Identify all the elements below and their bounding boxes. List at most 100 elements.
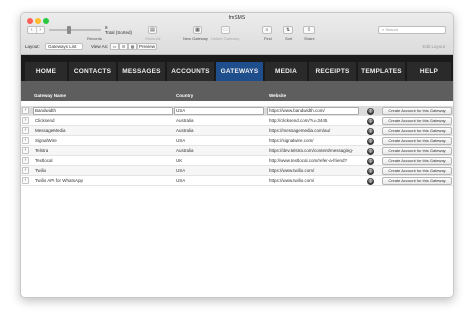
gateways-table: Gateway Name Country Website › Bandwidth… bbox=[21, 81, 453, 297]
view-as-form-button[interactable]: ▭ bbox=[110, 43, 119, 50]
table-row[interactable]: › Textlocal UK http://www.textlocal.com/… bbox=[21, 156, 453, 166]
create-account-button[interactable]: Create Account for this Gateway bbox=[382, 117, 452, 125]
chevron-right-icon[interactable]: › bbox=[22, 107, 29, 114]
tab-label: ACCOUNTS bbox=[171, 68, 210, 75]
tab-label: HELP bbox=[419, 68, 439, 75]
create-account-button[interactable]: Create Account for this Gateway bbox=[382, 157, 452, 165]
gateway-name[interactable]: Telstra bbox=[35, 148, 48, 153]
share-icon[interactable]: ⇪ bbox=[303, 26, 315, 34]
previous-record-button[interactable]: ‹ bbox=[28, 27, 37, 33]
layout-label: Layout: bbox=[25, 44, 40, 49]
country[interactable]: USA bbox=[176, 178, 185, 183]
sort-icon[interactable]: ⇅ bbox=[283, 26, 293, 34]
globe-icon[interactable]: ◍ bbox=[367, 107, 374, 115]
gateway-name[interactable]: Twilio API for WhatsApp bbox=[35, 178, 83, 183]
gateway-name[interactable]: Clicksend bbox=[35, 118, 55, 123]
globe-icon[interactable]: ◍ bbox=[367, 177, 374, 185]
chevron-right-icon[interactable]: › bbox=[22, 137, 29, 144]
table-row[interactable]: › MessageMedia Australia https://message… bbox=[21, 126, 453, 136]
search-input[interactable]: ⌕ Search bbox=[378, 26, 446, 34]
tab-templates[interactable]: TEMPLATES bbox=[358, 62, 405, 81]
tab-receipts[interactable]: RECEIPTS bbox=[309, 62, 356, 81]
website[interactable]: https://messagemedia.com/au/ bbox=[269, 128, 357, 133]
gateway-name[interactable]: Bandwidth bbox=[35, 108, 56, 113]
record-slider-knob[interactable] bbox=[67, 26, 71, 34]
table-row[interactable]: › Bandwidth USA https://www.bandwidth.co… bbox=[21, 106, 453, 116]
table-row[interactable]: › Twilio API for WhatsApp USA https://ww… bbox=[21, 176, 453, 186]
globe-icon[interactable]: ◍ bbox=[367, 167, 374, 175]
website[interactable]: https://www.twilio.com/ bbox=[269, 168, 357, 173]
chevron-right-icon[interactable]: › bbox=[22, 177, 29, 184]
column-header-website[interactable]: Website bbox=[269, 93, 286, 98]
country[interactable]: USA bbox=[176, 168, 185, 173]
table-row[interactable]: › Clicksend Australia http://clicksend.c… bbox=[21, 116, 453, 126]
create-account-button[interactable]: Create Account for this Gateway bbox=[382, 127, 452, 135]
find-icon[interactable]: ⌕ bbox=[262, 26, 272, 34]
column-header-country[interactable]: Country bbox=[176, 93, 193, 98]
gateway-name[interactable]: MessageMedia bbox=[35, 128, 66, 133]
tab-messages[interactable]: MESSAGES bbox=[118, 62, 165, 81]
tab-home[interactable]: HOME bbox=[25, 62, 67, 81]
country[interactable]: Australia bbox=[176, 118, 194, 123]
edit-layout-button[interactable]: Edit Layout bbox=[422, 44, 445, 49]
record-count: 8 Total (Sorted) bbox=[105, 25, 132, 35]
globe-icon[interactable]: ◍ bbox=[367, 117, 374, 125]
view-as-list-button[interactable]: ☰ bbox=[119, 43, 128, 50]
country[interactable]: Australia bbox=[176, 128, 194, 133]
website[interactable]: https://www.twilio.com/ bbox=[269, 178, 357, 183]
view-as-table-button[interactable]: ▦ bbox=[128, 43, 137, 50]
globe-icon[interactable]: ◍ bbox=[367, 137, 374, 145]
view-as-label: View As: bbox=[91, 44, 109, 49]
tab-help[interactable]: HELP bbox=[407, 62, 451, 81]
window-title: fmSMS bbox=[228, 15, 246, 21]
table-row[interactable]: › SignalWire USA https://signalwire.com/… bbox=[21, 136, 453, 146]
layout-select-value: Gateways List bbox=[48, 44, 77, 49]
show-all-icon[interactable]: ▤ bbox=[148, 26, 157, 34]
country[interactable]: UK bbox=[176, 158, 182, 163]
globe-icon[interactable]: ◍ bbox=[367, 127, 374, 135]
tab-label: TEMPLATES bbox=[361, 68, 402, 75]
chevron-right-icon[interactable]: › bbox=[22, 117, 29, 124]
tab-label: CONTACTS bbox=[73, 68, 112, 75]
tab-label: RECEIPTS bbox=[315, 68, 350, 75]
gateway-name[interactable]: Twilio bbox=[35, 168, 46, 173]
create-account-button[interactable]: Create Account for this Gateway bbox=[382, 107, 452, 115]
create-account-button[interactable]: Create Account for this Gateway bbox=[382, 147, 452, 155]
globe-icon[interactable]: ◍ bbox=[367, 147, 374, 155]
create-account-button[interactable]: Create Account for this Gateway bbox=[382, 137, 452, 145]
preview-button[interactable]: Preview bbox=[137, 43, 157, 50]
chevron-right-icon[interactable]: › bbox=[22, 127, 29, 134]
website[interactable]: http://www.textlocal.com/refer-a-friend? bbox=[269, 158, 357, 163]
country[interactable]: Australia bbox=[176, 148, 194, 153]
gateway-name[interactable]: SignalWire bbox=[35, 138, 57, 143]
chevron-right-icon[interactable]: › bbox=[22, 157, 29, 164]
next-record-button[interactable]: › bbox=[37, 27, 45, 33]
country-field[interactable] bbox=[174, 107, 264, 115]
tab-gateways[interactable]: GATEWAYS bbox=[216, 62, 263, 81]
website[interactable]: https://dev.telstra.com/content/messagin… bbox=[269, 148, 357, 153]
tab-contacts[interactable]: CONTACTS bbox=[69, 62, 116, 81]
column-header-gateway-name[interactable]: Gateway Name bbox=[34, 93, 66, 98]
gateway-name[interactable]: Textlocal bbox=[35, 158, 53, 163]
create-account-button[interactable]: Create Account for this Gateway bbox=[382, 167, 452, 175]
tab-media[interactable]: MEDIA bbox=[265, 62, 307, 81]
record-slider[interactable] bbox=[49, 29, 101, 31]
search-placeholder: Search bbox=[385, 27, 399, 32]
globe-icon[interactable]: ◍ bbox=[367, 157, 374, 165]
new-record-icon[interactable]: ▦ bbox=[193, 26, 202, 34]
chevron-right-icon[interactable]: › bbox=[22, 147, 29, 154]
chevron-right-icon[interactable]: › bbox=[22, 167, 29, 174]
table-row[interactable]: › Twilio USA https://www.twilio.com/ ◍ C… bbox=[21, 166, 453, 176]
layout-select[interactable]: Gateways List bbox=[45, 43, 83, 50]
website[interactable]: https://signalwire.com/ bbox=[269, 138, 357, 143]
country[interactable]: USA bbox=[176, 108, 185, 113]
delete-record-icon[interactable]: ▭ bbox=[221, 26, 230, 34]
website[interactable]: https://www.bandwidth.com/ bbox=[269, 108, 357, 113]
tab-label: HOME bbox=[35, 68, 57, 75]
website[interactable]: http://clicksend.com/?u=3445 bbox=[269, 118, 357, 123]
tab-accounts[interactable]: ACCOUNTS bbox=[167, 62, 214, 81]
country[interactable]: USA bbox=[176, 138, 185, 143]
table-row[interactable]: › Telstra Australia https://dev.telstra.… bbox=[21, 146, 453, 156]
record-navigation: ‹ › bbox=[27, 26, 45, 34]
create-account-button[interactable]: Create Account for this Gateway bbox=[382, 177, 452, 185]
